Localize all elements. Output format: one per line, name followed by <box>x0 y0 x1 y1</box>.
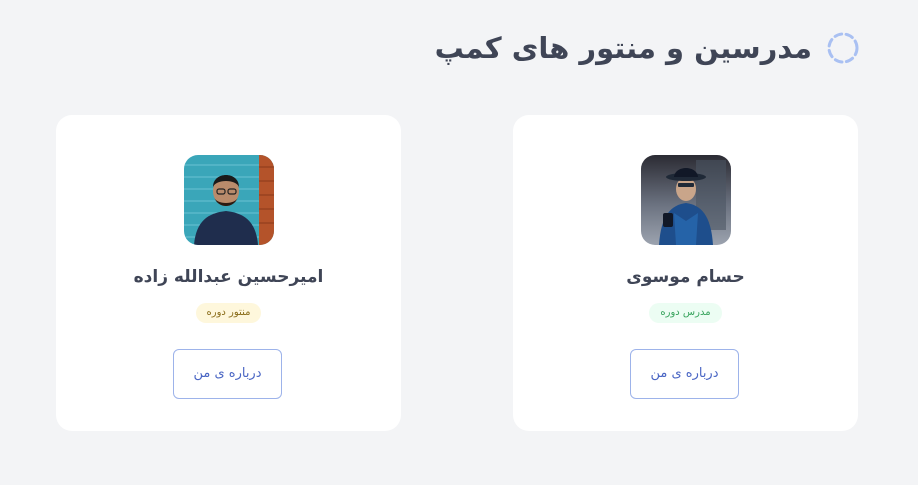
about-me-button[interactable]: درباره ی من <box>173 349 282 399</box>
instructor-card: امیرحسین عبدالله زاده منتور دوره درباره … <box>56 115 401 431</box>
role-badge-wrap: منتور دوره <box>56 300 401 323</box>
avatar <box>184 155 274 245</box>
loading-spinner-icon <box>827 32 859 64</box>
instructor-name: حسام موسوی <box>626 267 745 287</box>
role-badge-wrap: مدرس دوره <box>513 300 858 323</box>
section-title: مدرسین و منتور های کمپ <box>434 31 812 65</box>
section-header: مدرسین و منتور های کمپ <box>435 28 860 68</box>
role-badge: منتور دوره <box>195 303 262 323</box>
instructor-card: حسام موسوی مدرس دوره درباره ی من <box>513 115 858 431</box>
about-me-button[interactable]: درباره ی من <box>630 349 739 399</box>
page: مدرسین و منتور های کمپ حسام موسوی مدرس د… <box>0 0 918 485</box>
avatar <box>641 155 731 245</box>
instructor-name: امیرحسین عبدالله زاده <box>133 267 324 287</box>
role-badge: مدرس دوره <box>649 303 722 323</box>
